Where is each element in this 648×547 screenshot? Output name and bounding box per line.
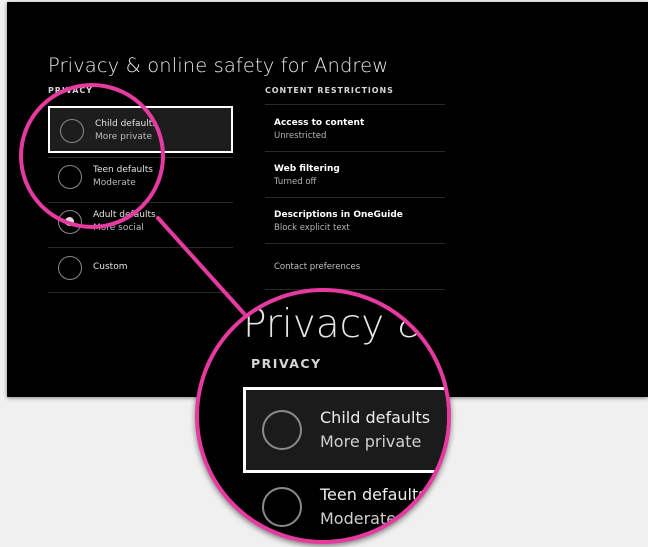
radio-unselected-icon bbox=[58, 256, 82, 280]
page-title: Privacy & online safety for Andrew bbox=[48, 54, 389, 77]
magnified-option-sublabel: More private bbox=[320, 432, 422, 451]
magnifier-callout: Privacy & o PRIVACY Child defaults More … bbox=[195, 288, 451, 544]
access-to-content-item[interactable]: Access to content Unrestricted bbox=[265, 105, 445, 151]
item-value: Turned off bbox=[274, 177, 317, 187]
highlight-ring bbox=[19, 83, 165, 229]
magnified-title: Privacy & o bbox=[243, 302, 451, 347]
item-value: Unrestricted bbox=[274, 131, 327, 141]
divider bbox=[265, 289, 445, 290]
option-label: Custom bbox=[93, 262, 128, 272]
descriptions-in-oneguide-item[interactable]: Descriptions in OneGuide Block explicit … bbox=[265, 197, 445, 243]
web-filtering-item[interactable]: Web filtering Turned off bbox=[265, 151, 445, 197]
item-value: Block explicit text bbox=[274, 223, 350, 233]
magnified-child-option: Child defaults More private bbox=[243, 387, 447, 473]
contact-preferences-item[interactable]: Contact preferences bbox=[265, 243, 445, 289]
item-title: Access to content bbox=[274, 118, 365, 128]
content-restrictions-heading: CONTENT RESTRICTIONS bbox=[265, 86, 394, 95]
magnified-option-sublabel: Moderate bbox=[320, 509, 397, 528]
privacy-option-custom[interactable]: Custom bbox=[48, 245, 233, 292]
magnified-option-label: Teen defaults bbox=[320, 485, 427, 504]
radio-unselected-icon bbox=[262, 410, 302, 450]
radio-unselected-icon bbox=[262, 487, 302, 527]
item-title: Descriptions in OneGuide bbox=[274, 210, 403, 220]
item-title: Contact preferences bbox=[274, 262, 361, 272]
magnified-privacy-heading: PRIVACY bbox=[251, 356, 322, 371]
magnified-option-label: Child defaults bbox=[320, 408, 431, 427]
item-title: Web filtering bbox=[274, 164, 340, 174]
